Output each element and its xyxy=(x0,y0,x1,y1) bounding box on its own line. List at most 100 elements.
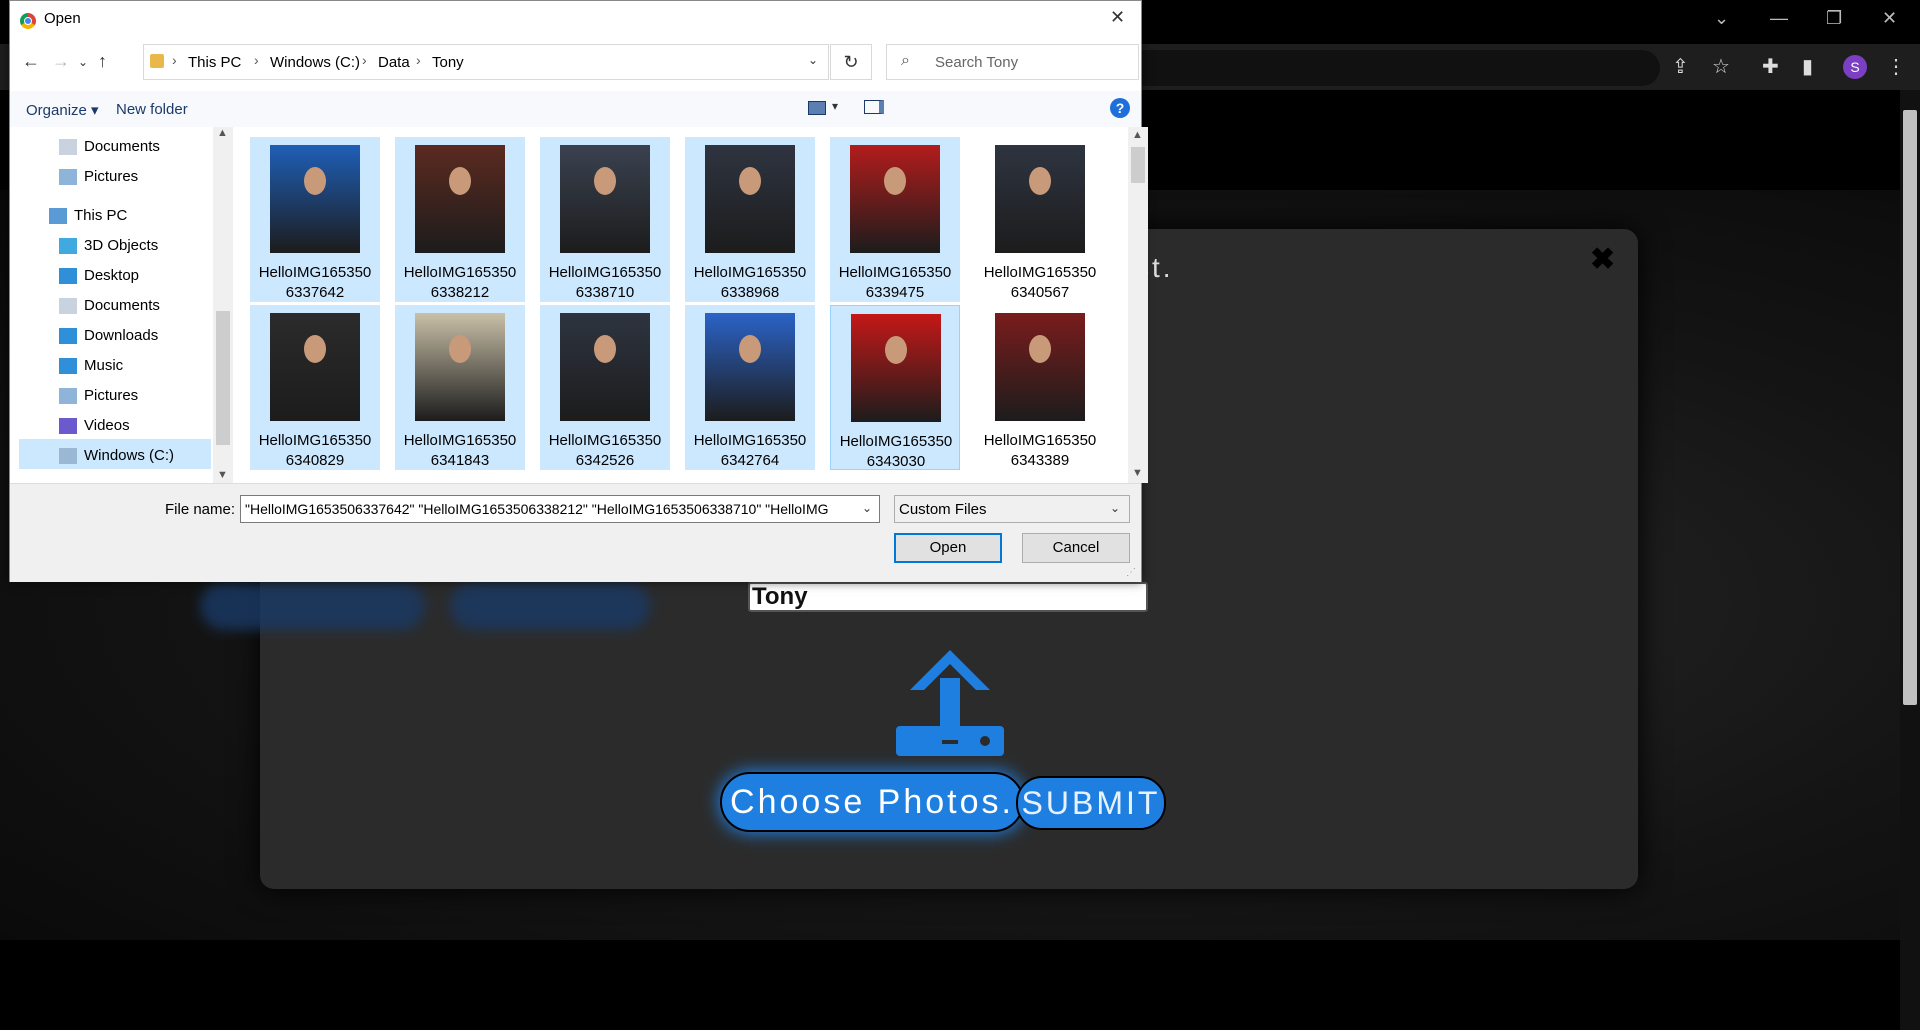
modal-close-icon[interactable]: ✖ xyxy=(1590,242,1615,277)
sidebar-item-documents[interactable]: Documents xyxy=(84,138,160,155)
profile-avatar[interactable]: S xyxy=(1843,55,1867,79)
desktop-icon xyxy=(59,268,77,284)
sidebar-item-videos[interactable]: Videos xyxy=(84,417,130,434)
cancel-button[interactable]: Cancel xyxy=(1022,533,1130,563)
file-item[interactable]: HelloIMG165350 6341843 xyxy=(395,305,525,470)
file-item[interactable]: HelloIMG165350 6343030 xyxy=(830,305,960,470)
menu-kebab-icon[interactable]: ⋮ xyxy=(1886,54,1906,79)
file-item[interactable]: HelloIMG165350 6340829 xyxy=(250,305,380,470)
image-thumbnail xyxy=(270,313,360,421)
file-name-line: 6341843 xyxy=(430,452,490,469)
file-grid-scrollbar-thumb[interactable] xyxy=(1131,147,1145,183)
sidebar-item-3d-objects[interactable]: 3D Objects xyxy=(84,237,158,254)
scroll-down-icon[interactable]: ▼ xyxy=(1132,467,1143,479)
sidebar-item-windows-c[interactable]: Windows (C:) xyxy=(84,447,174,464)
file-item[interactable]: HelloIMG165350 6338710 xyxy=(540,137,670,302)
file-name-dropdown-icon[interactable]: ⌄ xyxy=(862,501,872,515)
back-arrow-icon[interactable]: ← xyxy=(22,51,40,72)
sidebar-scrollbar-thumb[interactable] xyxy=(216,311,230,445)
file-item[interactable]: HelloIMG165350 6339475 xyxy=(830,137,960,302)
dialog-title: Open xyxy=(44,10,81,27)
file-item[interactable]: HelloIMG165350 6337642 xyxy=(250,137,380,302)
sidebar-item-documents[interactable]: Documents xyxy=(84,297,160,314)
window-close-icon[interactable]: ✕ xyxy=(1882,8,1897,29)
choose-photos-button[interactable]: Choose Photos. xyxy=(720,772,1024,832)
help-icon[interactable]: ? xyxy=(1110,98,1130,118)
open-file-dialog: Open ✕ ← → ⌄ ↑ › This PC › Windows (C:) … xyxy=(9,0,1148,582)
file-item[interactable]: HelloIMG165350 6343389 xyxy=(975,305,1105,470)
file-name: HelloIMG165350 6339475 xyxy=(830,263,960,303)
minimize-icon[interactable]: — xyxy=(1770,8,1788,29)
person-photo-icon xyxy=(739,167,761,195)
breadcrumb-separator-icon: › xyxy=(254,52,259,68)
file-item[interactable]: HelloIMG165350 6342526 xyxy=(540,305,670,470)
search-placeholder: Search Tony xyxy=(935,54,1019,71)
folder-icon xyxy=(150,54,164,68)
organize-button[interactable]: Organize ▾ xyxy=(26,101,99,119)
person-photo-icon xyxy=(594,167,616,195)
file-name: HelloIMG165350 6343389 xyxy=(975,431,1105,471)
dialog-close-icon[interactable]: ✕ xyxy=(1110,7,1125,28)
breadcrumb-separator-icon: › xyxy=(416,52,421,68)
breadcrumb-data[interactable]: Data xyxy=(378,54,410,71)
scroll-up-icon[interactable]: ▲ xyxy=(1132,129,1143,141)
forward-arrow-icon[interactable]: → xyxy=(52,51,70,72)
breadcrumb-windows-c[interactable]: Windows (C:) xyxy=(270,54,360,71)
breadcrumb-tony[interactable]: Tony xyxy=(432,54,464,71)
scroll-down-icon[interactable]: ▼ xyxy=(217,469,228,481)
person-photo-icon xyxy=(449,335,471,363)
open-button[interactable]: Open xyxy=(894,533,1002,563)
submit-button[interactable]: SUBMIT xyxy=(1016,776,1166,830)
view-options-icon[interactable] xyxy=(808,101,826,115)
music-icon xyxy=(59,358,77,374)
up-arrow-icon[interactable]: ↑ xyxy=(98,51,107,72)
extensions-icon[interactable]: ✚ xyxy=(1762,54,1779,79)
3d-objects-icon xyxy=(59,238,77,254)
tab-search-icon[interactable]: ⌄ xyxy=(1714,8,1729,29)
image-thumbnail xyxy=(995,313,1085,421)
page-footer xyxy=(0,940,1900,1030)
downloads-icon xyxy=(59,328,77,344)
breadcrumb[interactable]: › This PC › Windows (C:) › Data › Tony ⌄ xyxy=(143,44,829,80)
sidebar-item-music[interactable]: Music xyxy=(84,357,123,374)
chrome-logo-icon xyxy=(20,13,36,29)
documents-icon xyxy=(59,298,77,314)
name-input[interactable]: Tony xyxy=(748,582,1148,612)
file-name-input[interactable]: "HelloIMG1653506337642" "HelloIMG1653506… xyxy=(240,495,880,523)
file-item[interactable]: HelloIMG165350 6342764 xyxy=(685,305,815,470)
breadcrumb-this-pc[interactable]: This PC xyxy=(188,54,241,71)
share-icon[interactable]: ⇪ xyxy=(1672,54,1689,79)
person-photo-icon xyxy=(885,336,907,364)
sidebar-item-pictures[interactable]: Pictures xyxy=(84,387,138,404)
scroll-up-icon[interactable]: ▲ xyxy=(217,127,228,139)
file-name-line: 6338968 xyxy=(720,284,780,301)
sidebar-item-desktop[interactable]: Desktop xyxy=(84,267,139,284)
file-name: HelloIMG165350 6338710 xyxy=(540,263,670,303)
resize-grip-icon[interactable]: ⋰ xyxy=(1126,567,1136,578)
view-dropdown-icon[interactable]: ▾ xyxy=(832,99,838,113)
sidebar-item-downloads[interactable]: Downloads xyxy=(84,327,158,344)
bookmark-star-icon[interactable]: ☆ xyxy=(1712,54,1730,79)
address-bar[interactable] xyxy=(1100,50,1660,86)
sidebar-item-this-pc[interactable]: This PC xyxy=(74,207,127,224)
person-photo-icon xyxy=(1029,167,1051,195)
refresh-icon[interactable]: ↻ xyxy=(830,44,872,80)
file-type-dropdown-icon[interactable]: ⌄ xyxy=(1110,501,1120,515)
preview-pane-icon[interactable] xyxy=(864,100,884,114)
file-name: HelloIMG165350 6340829 xyxy=(250,431,380,471)
image-thumbnail xyxy=(560,145,650,253)
file-item[interactable]: HelloIMG165350 6338968 xyxy=(685,137,815,302)
page-scrollbar-thumb[interactable] xyxy=(1903,110,1917,705)
file-name-line: 6342764 xyxy=(720,452,780,469)
sidebar-item-pictures[interactable]: Pictures xyxy=(84,168,138,185)
search-input[interactable]: ⌕ Search Tony xyxy=(886,44,1139,80)
restore-icon[interactable]: ❐ xyxy=(1826,8,1842,29)
address-dropdown-icon[interactable]: ⌄ xyxy=(808,53,818,67)
new-folder-button[interactable]: New folder xyxy=(116,101,188,118)
search-icon: ⌕ xyxy=(901,52,910,69)
file-item[interactable]: HelloIMG165350 6338212 xyxy=(395,137,525,302)
side-panel-icon[interactable]: ▮ xyxy=(1802,54,1813,79)
recent-locations-icon[interactable]: ⌄ xyxy=(78,55,88,69)
file-type-select[interactable]: Custom Files xyxy=(894,495,1130,523)
file-item[interactable]: HelloIMG165350 6340567 xyxy=(975,137,1105,302)
